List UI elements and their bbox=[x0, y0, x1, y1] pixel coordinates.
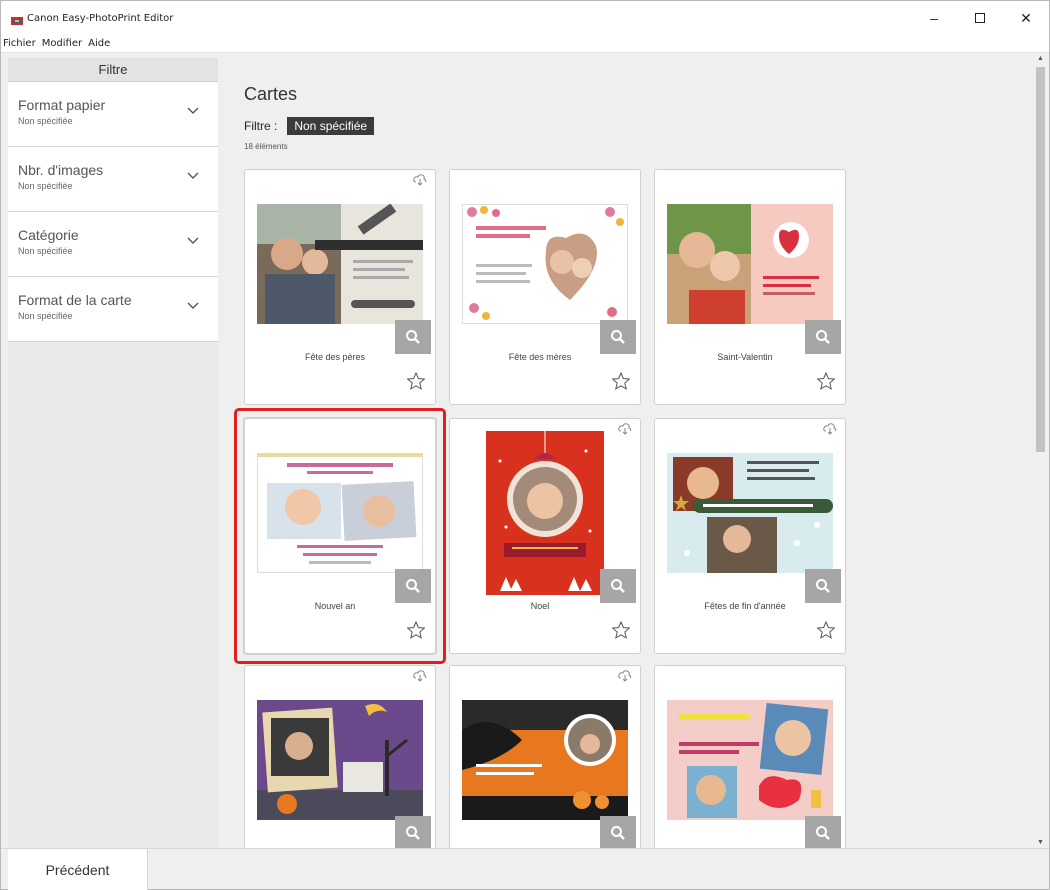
template-card-new-year[interactable]: Nouvel an bbox=[244, 418, 436, 654]
favorite-star-icon[interactable] bbox=[407, 621, 425, 639]
card-label: Fêtes de fin d'année bbox=[704, 601, 786, 611]
app-window: Canon Easy-PhotoPrint Editor – ✕ Fichier… bbox=[0, 0, 1050, 890]
previous-button[interactable]: Précédent bbox=[8, 849, 148, 890]
favorite-star-icon[interactable] bbox=[817, 621, 835, 639]
item-count: 18 éléments bbox=[244, 142, 288, 151]
filter-sidebar: Filtre Format papier Non spécifiée Nbr. … bbox=[8, 58, 218, 848]
template-card-valentines-day[interactable]: Saint-Valentin bbox=[654, 169, 846, 405]
magnifier-icon bbox=[406, 579, 420, 593]
filter-card-format[interactable]: Format de la carte Non spécifiée bbox=[8, 277, 218, 342]
filter-paper-size[interactable]: Format papier Non spécifiée bbox=[8, 82, 218, 147]
filter-category[interactable]: Catégorie Non spécifiée bbox=[8, 212, 218, 277]
magnifier-icon bbox=[611, 579, 625, 593]
magnifier-icon bbox=[611, 330, 625, 344]
filter-value: Non spécifiée bbox=[18, 311, 73, 321]
bottom-bar: Précédent bbox=[1, 848, 1049, 890]
template-thumbnail bbox=[667, 453, 833, 573]
zoom-preview-button[interactable] bbox=[805, 569, 841, 603]
filter-value: Non spécifiée bbox=[18, 116, 73, 126]
close-button[interactable]: ✕ bbox=[1003, 1, 1049, 35]
maximize-button[interactable] bbox=[957, 1, 1003, 35]
page-title: Cartes bbox=[244, 84, 298, 104]
window-title: Canon Easy-PhotoPrint Editor bbox=[27, 12, 174, 24]
card-label: Fête des mères bbox=[508, 352, 572, 362]
template-thumbnail bbox=[257, 204, 423, 324]
template-card-birthday[interactable] bbox=[654, 665, 846, 848]
scroll-up-arrow-icon[interactable]: ▲ bbox=[1037, 55, 1044, 62]
template-thumbnail bbox=[462, 700, 628, 820]
zoom-preview-button[interactable] bbox=[395, 569, 431, 603]
magnifier-icon bbox=[406, 826, 420, 840]
scroll-down-arrow-icon[interactable]: ▼ bbox=[1037, 839, 1044, 846]
app-logo-icon bbox=[11, 13, 23, 25]
card-label: Fête des pères bbox=[304, 352, 366, 362]
zoom-preview-button[interactable] bbox=[600, 816, 636, 848]
menu-bar: Fichier Modifier Aide bbox=[1, 35, 1049, 53]
template-thumbnail bbox=[667, 700, 833, 820]
minimize-button[interactable]: – bbox=[911, 1, 957, 35]
template-thumbnail bbox=[257, 700, 423, 820]
filter-chip: Non spécifiée bbox=[287, 117, 375, 135]
filter-value: Non spécifiée bbox=[18, 181, 73, 191]
cloud-download-icon bbox=[618, 423, 632, 435]
cloud-download-icon bbox=[618, 670, 632, 682]
magnifier-icon bbox=[816, 579, 830, 593]
title-bar: Canon Easy-PhotoPrint Editor – ✕ bbox=[1, 1, 1049, 35]
vertical-scrollbar[interactable]: ▲ ▼ bbox=[1033, 53, 1049, 848]
menu-modifier[interactable]: Modifier bbox=[39, 38, 85, 49]
chevron-down-icon[interactable] bbox=[186, 106, 200, 116]
template-card-halloween-1[interactable] bbox=[244, 665, 436, 848]
template-card-fathers-day[interactable]: Fête des pères bbox=[244, 169, 436, 405]
template-card-year-end-holidays[interactable]: Fêtes de fin d'année bbox=[654, 418, 846, 654]
zoom-preview-button[interactable] bbox=[805, 320, 841, 354]
card-label: Nouvel an bbox=[314, 601, 356, 611]
chevron-down-icon[interactable] bbox=[186, 171, 200, 181]
zoom-preview-button[interactable] bbox=[395, 320, 431, 354]
filter-image-count[interactable]: Nbr. d'images Non spécifiée bbox=[8, 147, 218, 212]
favorite-star-icon[interactable] bbox=[407, 372, 425, 390]
chevron-down-icon[interactable] bbox=[186, 236, 200, 246]
template-thumbnail bbox=[257, 453, 423, 573]
template-gallery: Cartes Filtre : Non spécifiée 18 élément… bbox=[218, 58, 1033, 848]
maximize-icon bbox=[975, 13, 985, 23]
template-card-halloween-2[interactable] bbox=[449, 665, 641, 848]
template-card-christmas[interactable]: Noel bbox=[449, 418, 641, 654]
magnifier-icon bbox=[816, 826, 830, 840]
zoom-preview-button[interactable] bbox=[805, 816, 841, 848]
menu-aide[interactable]: Aide bbox=[85, 38, 113, 49]
magnifier-icon bbox=[816, 330, 830, 344]
chevron-down-icon[interactable] bbox=[186, 301, 200, 311]
magnifier-icon bbox=[406, 330, 420, 344]
template-thumbnail bbox=[667, 204, 833, 324]
card-label: Noel bbox=[530, 601, 550, 611]
favorite-star-icon[interactable] bbox=[612, 621, 630, 639]
card-label: Saint-Valentin bbox=[717, 352, 773, 362]
scrollbar-thumb[interactable] bbox=[1036, 67, 1045, 452]
sidebar-header: Filtre bbox=[8, 58, 218, 82]
template-card-mothers-day[interactable]: Fête des mères bbox=[449, 169, 641, 405]
active-filter: Filtre : Non spécifiée bbox=[244, 117, 375, 135]
cloud-download-icon bbox=[413, 174, 427, 186]
cloud-download-icon bbox=[413, 670, 427, 682]
favorite-star-icon[interactable] bbox=[612, 372, 630, 390]
magnifier-icon bbox=[611, 826, 625, 840]
menu-fichier[interactable]: Fichier bbox=[1, 38, 39, 49]
zoom-preview-button[interactable] bbox=[600, 569, 636, 603]
favorite-star-icon[interactable] bbox=[817, 372, 835, 390]
filter-value: Non spécifiée bbox=[18, 246, 73, 256]
cloud-download-icon bbox=[823, 423, 837, 435]
zoom-preview-button[interactable] bbox=[600, 320, 636, 354]
filter-label: Filtre : bbox=[244, 119, 278, 133]
zoom-preview-button[interactable] bbox=[395, 816, 431, 848]
template-thumbnail bbox=[486, 431, 604, 595]
template-thumbnail bbox=[462, 204, 628, 324]
